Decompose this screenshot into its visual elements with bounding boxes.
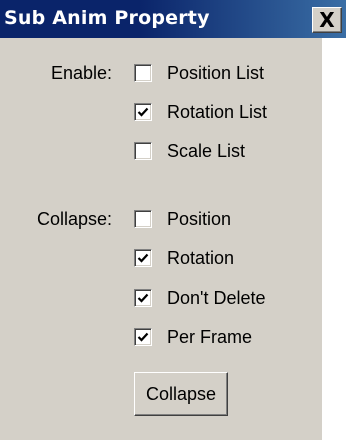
position-checkbox[interactable] xyxy=(134,210,152,228)
dont-delete-label: Don't Delete xyxy=(167,288,266,308)
rotation-list-label: Rotation List xyxy=(167,102,268,122)
window-title: Sub Anim Property xyxy=(4,7,210,29)
dont-delete-checkbox[interactable] xyxy=(134,289,152,307)
per-frame-label: Per Frame xyxy=(167,327,253,347)
per-frame-checkbox[interactable] xyxy=(134,328,152,346)
position-list-label: Position List xyxy=(167,63,265,83)
close-button[interactable]: X xyxy=(312,7,342,33)
rotation-list-checkbox[interactable] xyxy=(134,103,152,121)
enable-label: Enable: xyxy=(50,63,112,83)
checkmark-icon xyxy=(137,293,149,303)
collapse-label: Collapse: xyxy=(36,209,112,229)
checkmark-icon xyxy=(137,253,149,263)
rotation-label: Rotation xyxy=(167,248,235,268)
scale-list-label: Scale List xyxy=(167,141,246,161)
rotation-checkbox[interactable] xyxy=(134,249,152,267)
collapse-button[interactable]: Collapse xyxy=(134,372,228,416)
close-icon: X xyxy=(319,8,335,32)
position-list-checkbox[interactable] xyxy=(134,64,152,82)
checkmark-icon xyxy=(137,332,149,342)
title-bar[interactable]: Sub Anim Property X xyxy=(0,0,346,38)
position-label: Position xyxy=(167,209,232,229)
sub-anim-property-dialog: Sub Anim Property X Enable: Position Lis… xyxy=(0,0,346,440)
window-edge xyxy=(322,38,346,440)
checkmark-icon xyxy=(137,107,149,117)
scale-list-checkbox[interactable] xyxy=(134,142,152,160)
